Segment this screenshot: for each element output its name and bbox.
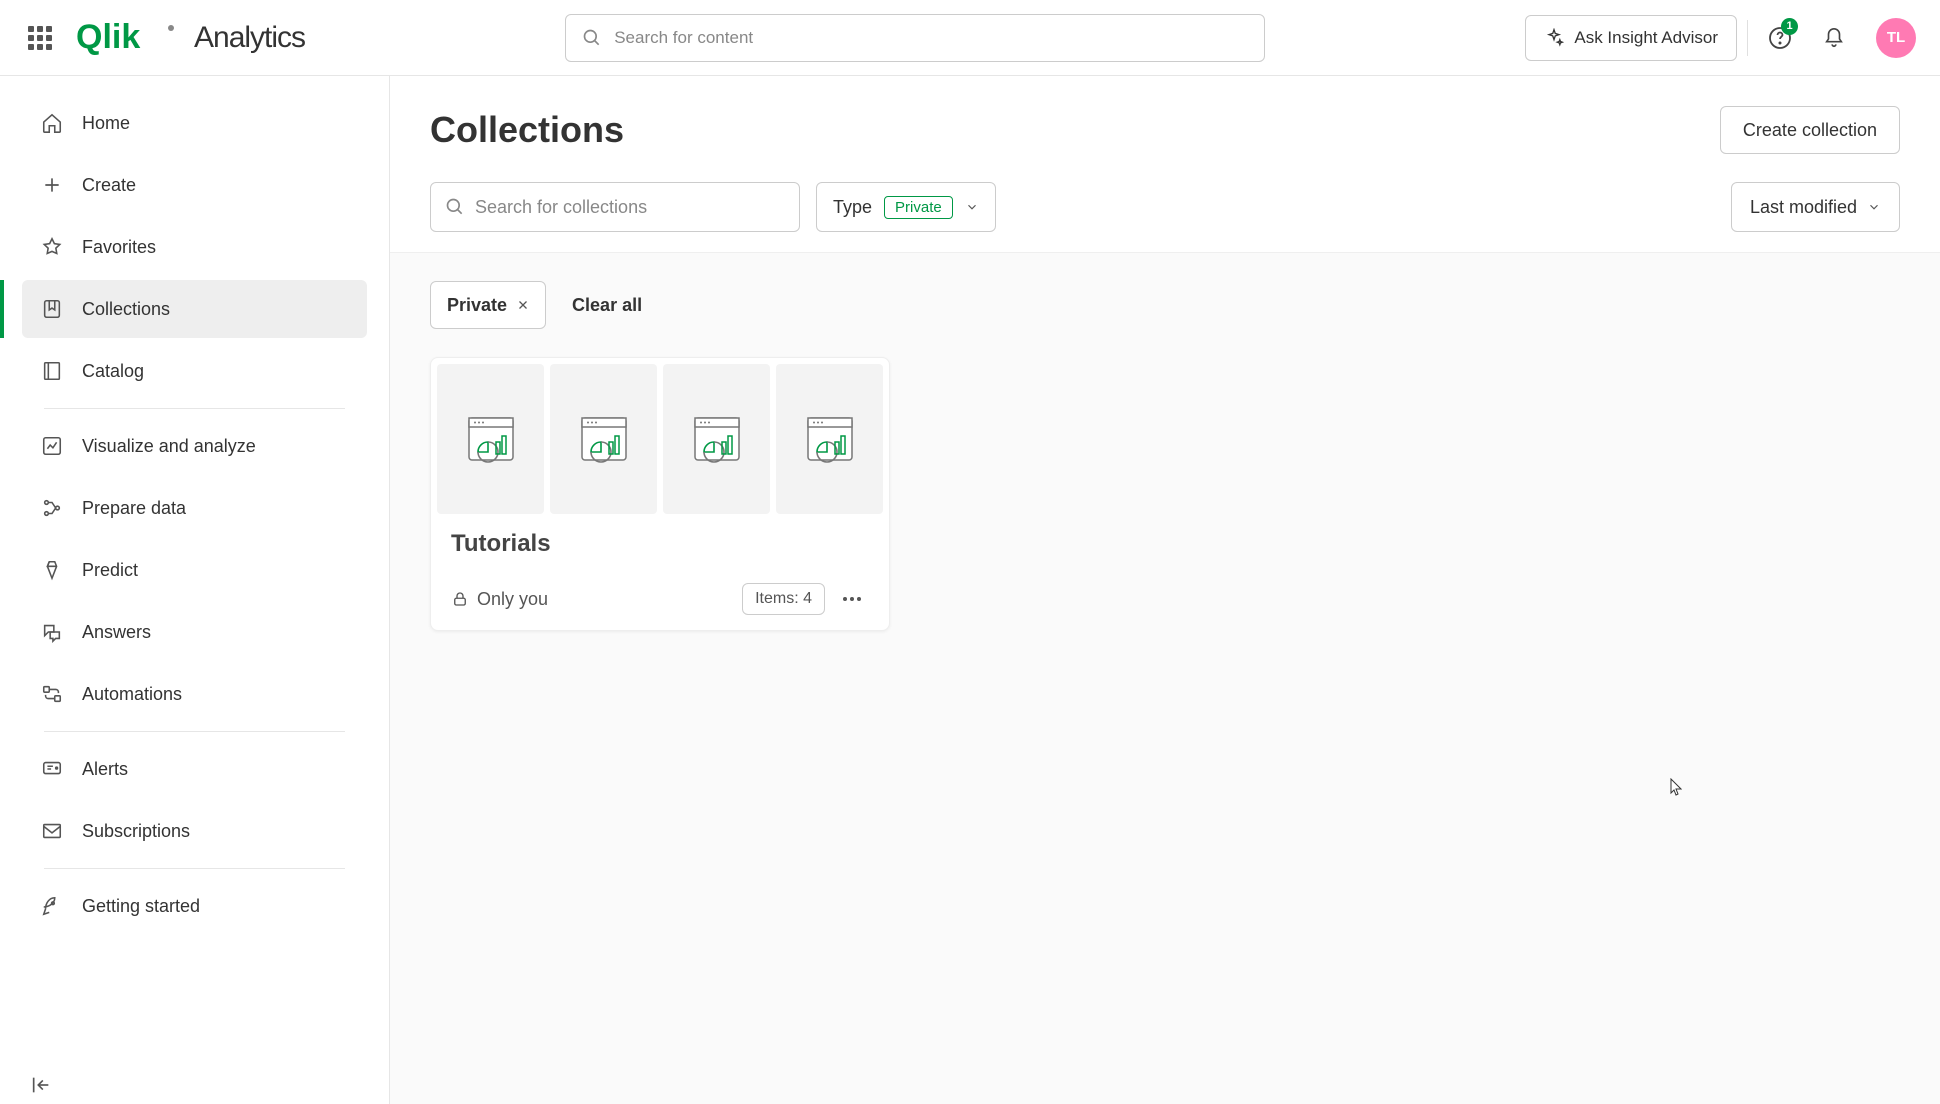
sidebar-item-collections[interactable]: Collections <box>22 280 367 338</box>
answers-icon <box>40 620 64 644</box>
sort-label: Last modified <box>1750 197 1857 218</box>
apps-grid-icon <box>28 26 52 50</box>
sidebar-item-label: Catalog <box>82 361 144 382</box>
collection-card[interactable]: Tutorials Only you Items: 4 <box>430 357 890 631</box>
sidebar-item-label: Answers <box>82 622 151 643</box>
sidebar-divider <box>44 868 345 869</box>
app-name: Analytics <box>194 21 305 55</box>
sidebar-item-create[interactable]: Create <box>22 156 367 214</box>
sidebar-item-prepare-data[interactable]: Prepare data <box>22 479 367 537</box>
sidebar-item-catalog[interactable]: Catalog <box>22 342 367 400</box>
chevron-down-icon <box>1867 200 1881 214</box>
filter-chip-private[interactable]: Private <box>430 281 546 329</box>
home-icon <box>40 111 64 135</box>
collection-thumbnail <box>663 364 770 514</box>
top-bar: Qlik Analytics Ask Insight Advisor <box>0 0 1940 76</box>
product-logo[interactable]: Qlik Analytics <box>76 20 305 56</box>
global-search[interactable] <box>565 14 1265 62</box>
sidebar-divider <box>44 408 345 409</box>
collection-search-input[interactable] <box>475 197 785 218</box>
prepare-icon <box>40 496 64 520</box>
sidebar-divider <box>44 731 345 732</box>
sidebar-item-favorites[interactable]: Favorites <box>22 218 367 276</box>
app-launcher-button[interactable] <box>24 22 56 54</box>
sidebar-item-label: Predict <box>82 560 138 581</box>
sidebar-item-label: Getting started <box>82 896 200 917</box>
subscriptions-icon <box>40 819 64 843</box>
collapse-sidebar-button[interactable] <box>30 1074 52 1096</box>
sidebar-item-answers[interactable]: Answers <box>22 603 367 661</box>
chevron-down-icon <box>965 200 979 214</box>
star-icon <box>40 235 64 259</box>
avatar-initials: TL <box>1887 29 1905 46</box>
type-filter-value: Private <box>884 196 953 219</box>
sidebar-item-getting-started[interactable]: Getting started <box>22 877 367 935</box>
global-search-input[interactable] <box>614 28 1248 48</box>
ask-insight-advisor-button[interactable]: Ask Insight Advisor <box>1525 15 1737 61</box>
sidebar-item-label: Create <box>82 175 136 196</box>
main-content: Collections Create collection Type Priva… <box>390 76 1940 1104</box>
app-thumbnail-icon <box>690 412 744 466</box>
sidebar-item-label: Home <box>82 113 130 134</box>
create-collection-button[interactable]: Create collection <box>1720 106 1900 154</box>
automations-icon <box>40 682 64 706</box>
sidebar-item-label: Favorites <box>82 237 156 258</box>
bell-icon <box>1823 27 1845 49</box>
type-filter-label: Type <box>833 197 872 218</box>
search-icon <box>582 28 602 48</box>
sidebar-item-label: Collections <box>82 299 170 320</box>
visibility-label: Only you <box>477 589 548 610</box>
app-thumbnail-icon <box>803 412 857 466</box>
type-filter-dropdown[interactable]: Type Private <box>816 182 996 232</box>
catalog-icon <box>40 359 64 383</box>
alerts-icon <box>40 757 64 781</box>
sidebar-item-automations[interactable]: Automations <box>22 665 367 723</box>
search-icon <box>445 197 465 217</box>
collection-more-button[interactable] <box>835 582 869 616</box>
remove-chip-icon[interactable] <box>517 299 529 311</box>
sidebar-item-predict[interactable]: Predict <box>22 541 367 599</box>
sidebar-item-label: Visualize and analyze <box>82 436 256 457</box>
collection-thumbnail <box>437 364 544 514</box>
app-thumbnail-icon <box>577 412 631 466</box>
collection-title: Tutorials <box>451 530 869 558</box>
sidebar-item-label: Automations <box>82 684 182 705</box>
sidebar-item-label: Subscriptions <box>82 821 190 842</box>
getting-started-icon <box>40 894 64 918</box>
divider <box>1747 20 1748 56</box>
notifications-button[interactable] <box>1812 16 1856 60</box>
sidebar-item-alerts[interactable]: Alerts <box>22 740 367 798</box>
collections-icon <box>40 297 64 321</box>
collection-visibility: Only you <box>451 589 548 610</box>
qlik-logo-icon: Qlik <box>76 20 176 56</box>
collection-thumbnail <box>776 364 883 514</box>
sort-dropdown[interactable]: Last modified <box>1731 182 1900 232</box>
user-avatar[interactable]: TL <box>1876 18 1916 58</box>
collection-search[interactable] <box>430 182 800 232</box>
page-title: Collections <box>430 109 624 151</box>
ask-insight-advisor-label: Ask Insight Advisor <box>1574 28 1718 48</box>
sparkle-icon <box>1544 28 1564 48</box>
predict-icon <box>40 558 64 582</box>
visualize-icon <box>40 434 64 458</box>
clear-all-filters[interactable]: Clear all <box>572 295 642 316</box>
collapse-icon <box>30 1074 52 1096</box>
app-thumbnail-icon <box>464 412 518 466</box>
sidebar-item-label: Alerts <box>82 759 128 780</box>
plus-icon <box>40 173 64 197</box>
collection-thumbnail <box>550 364 657 514</box>
filter-chip-label: Private <box>447 295 507 316</box>
svg-text:Qlik: Qlik <box>76 20 140 56</box>
items-count-badge: Items: 4 <box>742 583 825 615</box>
sidebar: Home Create Favorites Collections Catalog Vis… <box>0 76 390 1104</box>
lock-icon <box>451 590 469 608</box>
sidebar-item-visualize-and-analyze[interactable]: Visualize and analyze <box>22 417 367 475</box>
sidebar-item-subscriptions[interactable]: Subscriptions <box>22 802 367 860</box>
more-horizontal-icon <box>842 596 862 602</box>
notification-badge: 1 <box>1781 18 1798 35</box>
help-button[interactable]: 1 <box>1758 16 1802 60</box>
sidebar-item-home[interactable]: Home <box>22 94 367 152</box>
sidebar-item-label: Prepare data <box>82 498 186 519</box>
